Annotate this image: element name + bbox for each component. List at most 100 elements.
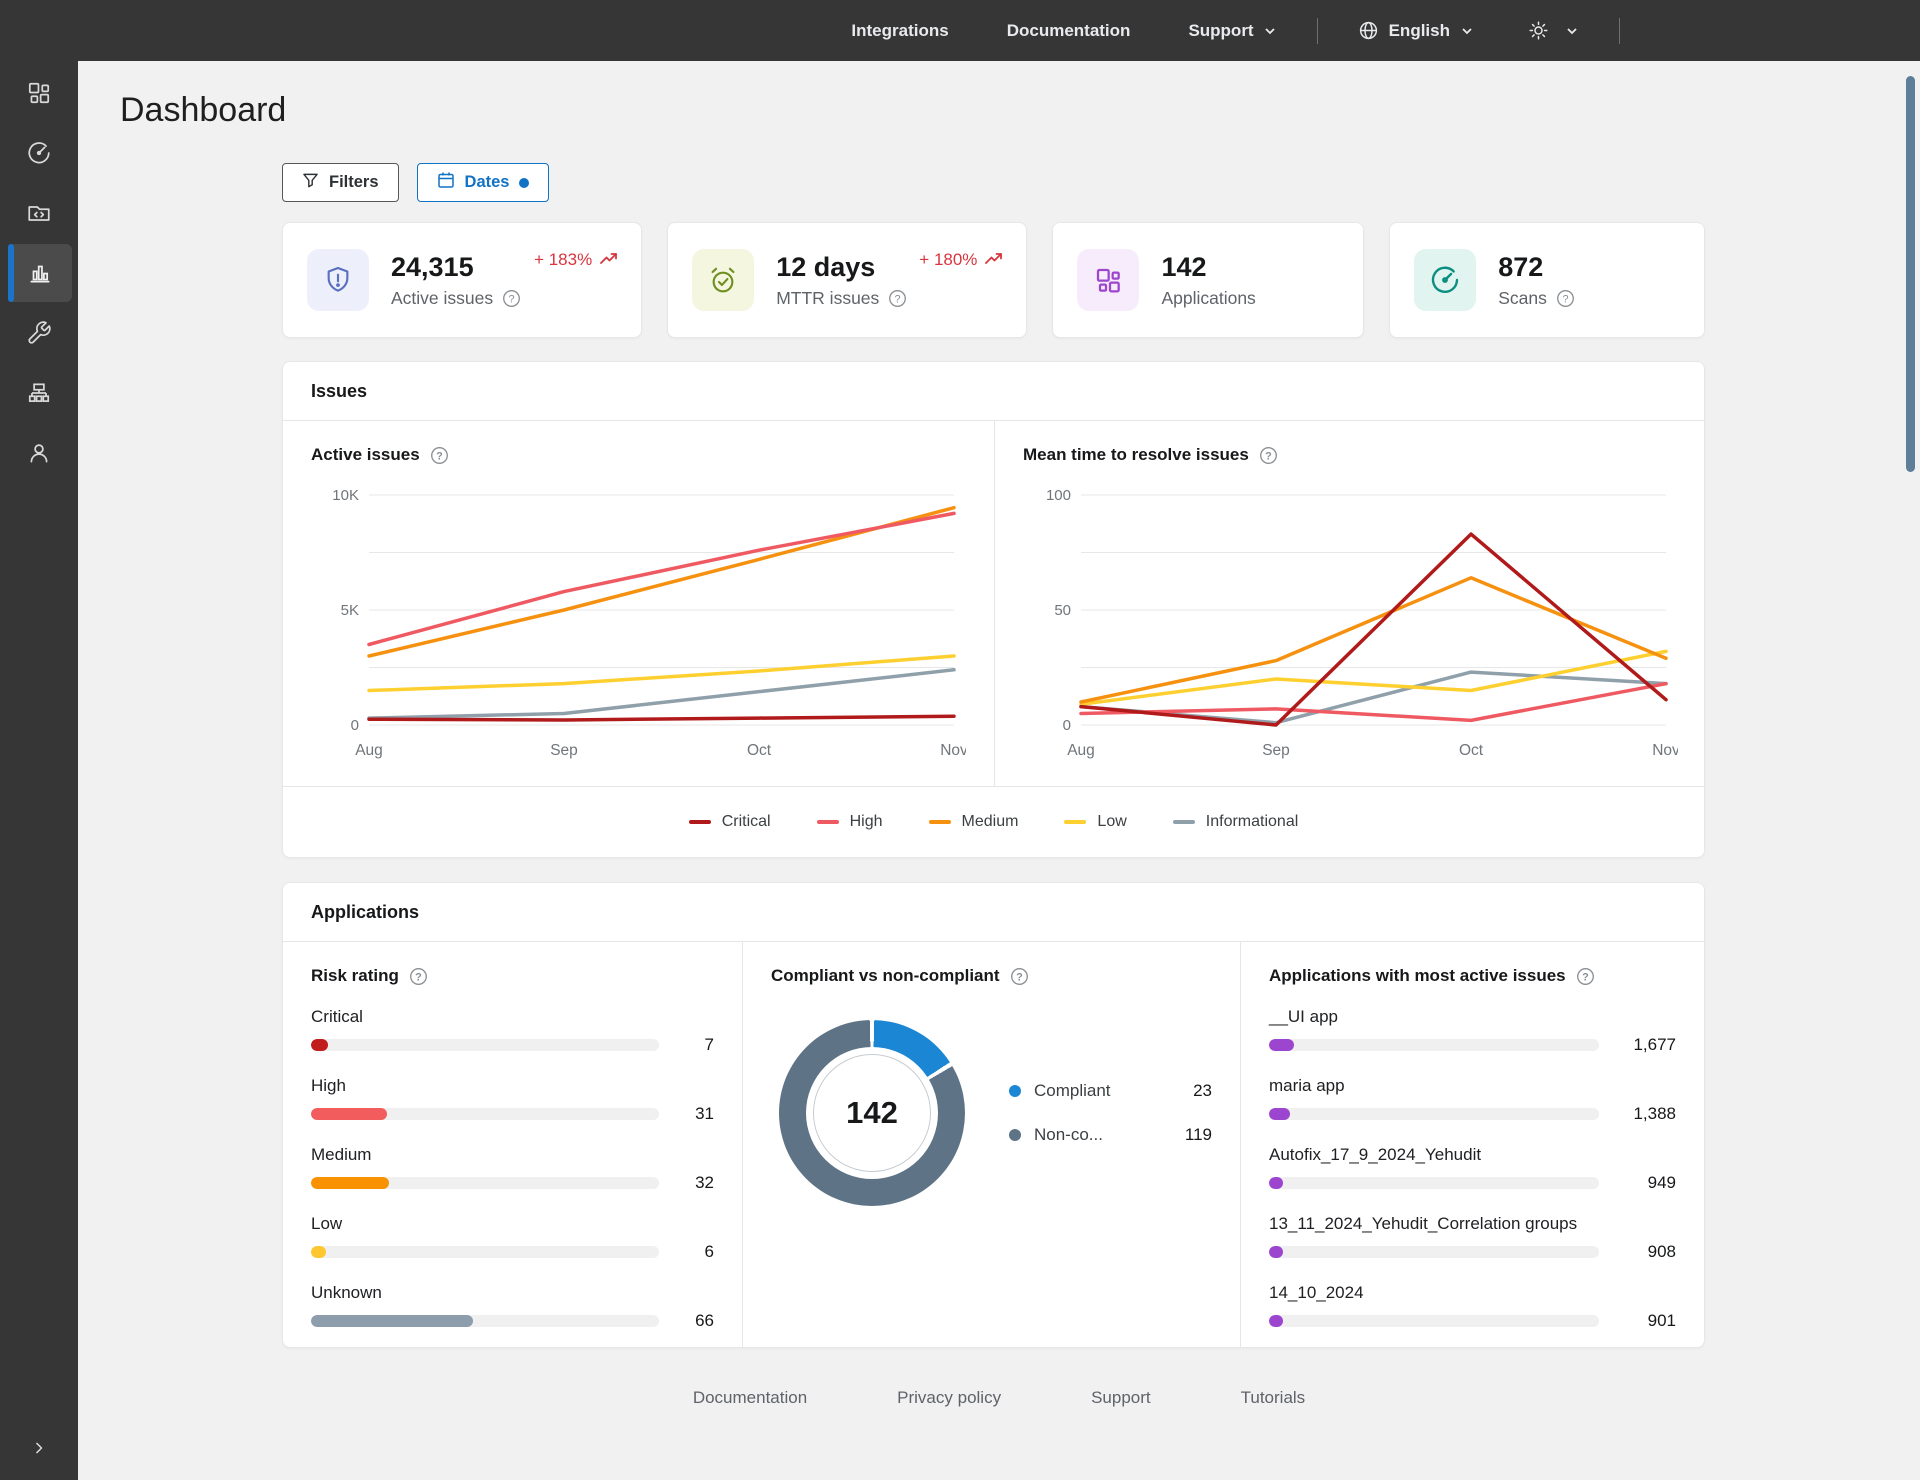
applications-panel-header: Applications bbox=[283, 883, 1704, 942]
filters-button[interactable]: Filters bbox=[282, 163, 399, 202]
series-line-low[interactable] bbox=[369, 656, 954, 691]
sidebar-item-apps-grid[interactable] bbox=[0, 63, 78, 123]
mttr-chart[interactable]: 050100AugSepOctNov bbox=[1023, 475, 1678, 772]
filter-icon bbox=[302, 172, 319, 194]
trend-up-icon bbox=[985, 250, 1004, 270]
legend-item-informational[interactable]: Informational bbox=[1173, 813, 1299, 831]
svg-text:?: ? bbox=[509, 293, 515, 305]
nav-item-integrations[interactable]: Integrations bbox=[851, 21, 948, 41]
dates-label: Dates bbox=[465, 173, 510, 192]
legend-label: Non-co... bbox=[1034, 1125, 1103, 1145]
help-icon[interactable]: ? bbox=[409, 967, 428, 986]
series-line-high[interactable] bbox=[369, 513, 954, 644]
bar-track bbox=[311, 1039, 659, 1051]
sitemap-icon bbox=[26, 380, 52, 406]
active-issues-chart[interactable]: 05K10KAugSepOctNov bbox=[311, 475, 966, 772]
dates-active-indicator bbox=[519, 178, 529, 188]
help-icon[interactable]: ? bbox=[1576, 967, 1595, 986]
legend-item-high[interactable]: High bbox=[817, 813, 883, 831]
help-icon[interactable]: ? bbox=[888, 289, 907, 308]
sun-icon bbox=[1528, 20, 1549, 41]
chart-title: Applications with most active issues bbox=[1269, 966, 1566, 986]
bar-label: Low bbox=[311, 1214, 714, 1234]
bar-track bbox=[311, 1108, 659, 1120]
stat-label-row: Applications bbox=[1161, 288, 1255, 309]
bar-track-row: 32 bbox=[311, 1173, 714, 1193]
risk-rating-block: Risk rating ? Critical7High31Medium32Low… bbox=[283, 942, 743, 1347]
svg-text:Aug: Aug bbox=[1067, 742, 1095, 759]
svg-text:?: ? bbox=[1582, 971, 1589, 983]
svg-text:0: 0 bbox=[1063, 717, 1071, 734]
sidebar-item-dashboard[interactable] bbox=[8, 244, 72, 302]
compliance-legend-item[interactable]: Non-co...119 bbox=[1009, 1125, 1212, 1145]
stat-card-content: 12 days MTTR issues? bbox=[776, 252, 907, 309]
topbar-divider bbox=[1619, 18, 1620, 44]
stat-label: MTTR issues bbox=[776, 288, 879, 309]
bar-value: 949 bbox=[1599, 1173, 1676, 1193]
stat-value: 872 bbox=[1498, 252, 1575, 283]
apps-grid-icon bbox=[26, 80, 52, 106]
footer-link-privacy-policy[interactable]: Privacy policy bbox=[897, 1388, 1001, 1408]
apps-purple-icon bbox=[1077, 249, 1139, 311]
compliance-legend: Compliant23 Non-co...119 bbox=[1009, 1081, 1212, 1145]
chevron-down-icon bbox=[1565, 24, 1579, 38]
footer-link-support[interactable]: Support bbox=[1091, 1388, 1151, 1408]
nav-item-documentation[interactable]: Documentation bbox=[1007, 21, 1131, 41]
nav-item-support[interactable]: Support bbox=[1188, 21, 1276, 41]
language-selector[interactable]: English bbox=[1358, 20, 1474, 41]
footer-link-documentation[interactable]: Documentation bbox=[693, 1388, 807, 1408]
bar-value: 7 bbox=[659, 1035, 714, 1055]
legend-item-medium[interactable]: Medium bbox=[929, 813, 1019, 831]
sidebar-item-projects[interactable] bbox=[0, 183, 78, 243]
bar-fill bbox=[311, 1246, 326, 1258]
filters-label: Filters bbox=[329, 173, 379, 192]
svg-text:Aug: Aug bbox=[355, 742, 383, 759]
stat-card-content: 872 Scans? bbox=[1498, 252, 1575, 309]
svg-text:?: ? bbox=[436, 450, 443, 462]
bar-track bbox=[1269, 1315, 1599, 1327]
bar-fill bbox=[1269, 1246, 1283, 1258]
help-icon[interactable]: ? bbox=[502, 289, 521, 308]
theme-toggle[interactable] bbox=[1528, 20, 1579, 41]
language-label: English bbox=[1389, 21, 1450, 41]
vertical-scrollbar-thumb[interactable] bbox=[1906, 76, 1915, 472]
stat-card-applications: 142Applications bbox=[1052, 222, 1364, 338]
dates-button[interactable]: Dates bbox=[417, 163, 550, 202]
compliance-donut-chart[interactable]: 142 bbox=[779, 1020, 965, 1206]
nav-item-label: Integrations bbox=[851, 21, 948, 41]
bar-track-row: 66 bbox=[311, 1311, 714, 1331]
bar-fill bbox=[1269, 1039, 1294, 1051]
help-icon[interactable]: ? bbox=[1010, 967, 1029, 986]
bar-value: 31 bbox=[659, 1104, 714, 1124]
sidebar-item-scans[interactable] bbox=[0, 123, 78, 183]
trend-up-icon bbox=[600, 250, 619, 270]
help-icon[interactable]: ? bbox=[430, 446, 449, 465]
help-icon[interactable]: ? bbox=[1556, 289, 1575, 308]
legend-item-low[interactable]: Low bbox=[1064, 813, 1126, 831]
legend-label: Informational bbox=[1206, 813, 1299, 831]
compliance-legend-item[interactable]: Compliant23 bbox=[1009, 1081, 1212, 1101]
svg-text:0: 0 bbox=[351, 717, 359, 734]
legend-swatch bbox=[817, 820, 839, 824]
stat-trend-value: + 180% bbox=[919, 250, 977, 270]
sidebar-item-hierarchy[interactable] bbox=[0, 363, 78, 423]
legend-item-critical[interactable]: Critical bbox=[689, 813, 771, 831]
help-icon[interactable]: ? bbox=[1259, 446, 1278, 465]
bar-track-row: 949 bbox=[1269, 1173, 1676, 1193]
stat-label: Scans bbox=[1498, 288, 1547, 309]
sidebar-collapse-toggle[interactable] bbox=[0, 1426, 78, 1470]
svg-text:10K: 10K bbox=[332, 487, 359, 504]
svg-text:50: 50 bbox=[1054, 602, 1071, 619]
sidebar-item-users[interactable] bbox=[0, 423, 78, 483]
active-issues-chart-block: Active issues ? 05K10KAugSepOctNov bbox=[283, 421, 995, 786]
bar-fill bbox=[311, 1177, 389, 1189]
footer-link-tutorials[interactable]: Tutorials bbox=[1241, 1388, 1306, 1408]
bar-track bbox=[311, 1315, 659, 1327]
user-icon bbox=[26, 440, 52, 466]
legend-label: High bbox=[850, 813, 883, 831]
svg-text:100: 100 bbox=[1046, 487, 1071, 504]
sidebar-item-settings[interactable] bbox=[0, 303, 78, 363]
bar-fill bbox=[311, 1108, 387, 1120]
bar-label: Medium bbox=[311, 1145, 714, 1165]
stat-value: 12 days bbox=[776, 252, 907, 283]
